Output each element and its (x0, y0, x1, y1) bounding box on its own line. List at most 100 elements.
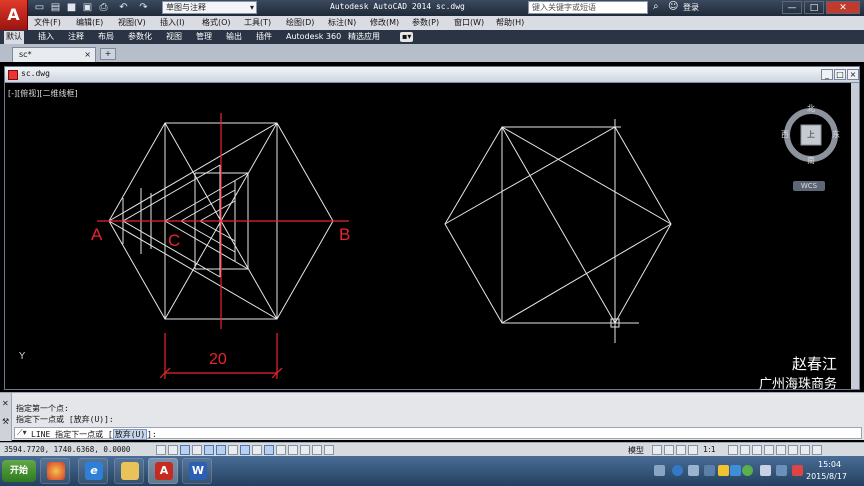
drawing-canvas[interactable]: [-][俯视][二维线框] A B C 20 Y 赵春江 广州海珠商务 北 南 … (5, 83, 851, 389)
taskbar-app-explorer[interactable] (114, 458, 144, 484)
status-menu-icon[interactable] (800, 445, 810, 455)
menu-draw[interactable]: 绘图(D) (286, 17, 314, 28)
tab-view[interactable]: 视图 (164, 31, 184, 44)
selection-cycling-toggle[interactable] (312, 445, 322, 455)
menu-dimension[interactable]: 标注(N) (328, 17, 356, 28)
tray-input-icon[interactable] (718, 465, 729, 476)
login-link[interactable]: 登录 (683, 2, 699, 13)
tray-antivirus-icon[interactable] (792, 465, 803, 476)
otrack-toggle[interactable] (240, 445, 250, 455)
osnap-toggle[interactable] (216, 445, 226, 455)
viewcube-east[interactable]: 东 (832, 129, 840, 140)
tray-display-icon[interactable] (704, 465, 715, 476)
tab-insert[interactable]: 插入 (36, 31, 56, 44)
transparency-toggle[interactable] (288, 445, 298, 455)
clean-screen-icon[interactable] (812, 445, 822, 455)
minimize-button[interactable]: — (782, 1, 802, 14)
ribbon-toggle-icon[interactable]: ▪▾ (400, 32, 414, 42)
3d-osnap-toggle[interactable] (228, 445, 238, 455)
tray-volume-icon[interactable] (760, 465, 771, 476)
annotation-visibility-icon[interactable] (728, 445, 738, 455)
menu-format[interactable]: 格式(O) (202, 17, 231, 28)
workspace-dropdown[interactable]: 草图与注释 ▾ (162, 1, 257, 14)
open-folder-icon[interactable]: ▤ (50, 2, 61, 13)
search-input[interactable]: 键入关键字或短语 (528, 1, 648, 14)
isolate-objects-icon[interactable] (776, 445, 786, 455)
menu-insert[interactable]: 插入(I) (160, 17, 185, 28)
menu-file[interactable]: 文件(F) (34, 17, 61, 28)
document-tab[interactable]: sc* × (12, 47, 96, 62)
tab-layout[interactable]: 布局 (96, 31, 116, 44)
menu-modify[interactable]: 修改(M) (370, 17, 399, 28)
start-button[interactable]: 开始 (2, 460, 36, 482)
tab-manage[interactable]: 管理 (194, 31, 214, 44)
print-icon[interactable]: ⎙ (98, 2, 109, 13)
wcs-menu-button[interactable]: WCS (793, 181, 825, 191)
tab-plugins[interactable]: 插件 (254, 31, 274, 44)
search-icon[interactable]: ⌕ (653, 1, 659, 12)
tab-featured-apps[interactable]: 精选应用 (346, 31, 382, 44)
save-as-icon[interactable]: ▣ (82, 2, 93, 13)
command-input[interactable]: ⟋▾ LINE 指定下一点或 [放弃(U)]: (14, 427, 862, 440)
menu-tools[interactable]: 工具(T) (244, 17, 271, 28)
ortho-toggle[interactable] (192, 445, 202, 455)
grid-toggle[interactable] (180, 445, 190, 455)
close-tab-icon[interactable]: × (84, 48, 91, 61)
menu-view[interactable]: 视图(V) (118, 17, 146, 28)
ducs-toggle[interactable] (252, 445, 262, 455)
tray-security-icon[interactable] (742, 465, 753, 476)
menu-window[interactable]: 窗口(W) (454, 17, 484, 28)
snap-toggle[interactable] (168, 445, 178, 455)
viewcube-west[interactable]: 西 (781, 129, 789, 140)
coordinate-readout[interactable]: 3594.7720, 1740.6368, 0.0000 (4, 445, 130, 454)
new-tab-button[interactable]: + (100, 48, 116, 60)
wrench-icon[interactable]: ⚒ (2, 417, 9, 426)
polar-toggle[interactable] (204, 445, 214, 455)
clock-time[interactable]: 15:04 (818, 460, 841, 469)
vertical-scrollbar[interactable] (851, 83, 859, 389)
tab-autodesk-360[interactable]: Autodesk 360 (284, 31, 343, 44)
drawing-close-button[interactable]: × (847, 69, 859, 80)
tab-annotate[interactable]: 注释 (66, 31, 86, 44)
annotation-scale[interactable]: 1:1 (703, 445, 716, 454)
command-option-undo[interactable]: 放弃(U) (112, 429, 148, 440)
workspace-switch-icon[interactable] (740, 445, 750, 455)
tray-network-icon[interactable] (730, 465, 741, 476)
tray-help-icon[interactable] (672, 465, 683, 476)
lock-icon[interactable] (752, 445, 762, 455)
clock-date[interactable]: 2015/8/17 (806, 472, 847, 481)
viewcube-top[interactable]: 上 (807, 129, 815, 140)
taskbar-app-ball[interactable] (40, 458, 70, 484)
tray-ime-icon[interactable] (688, 465, 699, 476)
taskbar-app-ie[interactable]: e (78, 458, 108, 484)
tab-default[interactable]: 默认 (4, 31, 24, 44)
menu-help[interactable]: 帮助(H) (496, 17, 524, 28)
hardware-acceleration-icon[interactable] (764, 445, 774, 455)
viewcube-north[interactable]: 北 (807, 103, 815, 114)
quick-properties-toggle[interactable] (300, 445, 310, 455)
close-button[interactable]: ✕ (826, 1, 860, 14)
taskbar-app-word[interactable]: W (182, 458, 212, 484)
viewport-label[interactable]: [-][俯视][二维线框] (8, 88, 78, 99)
menu-parameters[interactable]: 参数(P) (412, 17, 439, 28)
user-icon[interactable]: ☺ (668, 1, 678, 12)
redo-icon[interactable]: ↷ (138, 2, 149, 13)
tab-parametric[interactable]: 参数化 (126, 31, 154, 44)
drawing-minimize-button[interactable]: _ (821, 69, 833, 80)
annotation-scale-icon[interactable] (688, 445, 698, 455)
drawing-restore-button[interactable]: □ (834, 69, 846, 80)
annotation-monitor-toggle[interactable] (324, 445, 334, 455)
menu-edit[interactable]: 编辑(E) (76, 17, 103, 28)
lightbulb-icon[interactable] (788, 445, 798, 455)
command-window-handle[interactable]: ✕ ⚒ (0, 393, 12, 441)
lineweight-toggle[interactable] (276, 445, 286, 455)
new-file-icon[interactable]: ▭ (34, 2, 45, 13)
tab-output[interactable]: 输出 (224, 31, 244, 44)
viewcube-south[interactable]: 南 (807, 155, 815, 166)
undo-icon[interactable]: ↶ (118, 2, 129, 13)
close-icon[interactable]: ✕ (2, 399, 9, 408)
tray-monitor-icon[interactable] (776, 465, 787, 476)
infer-constraints-toggle[interactable] (156, 445, 166, 455)
autocad-logo-button[interactable]: A (0, 0, 28, 30)
maximize-button[interactable]: □ (804, 1, 824, 14)
